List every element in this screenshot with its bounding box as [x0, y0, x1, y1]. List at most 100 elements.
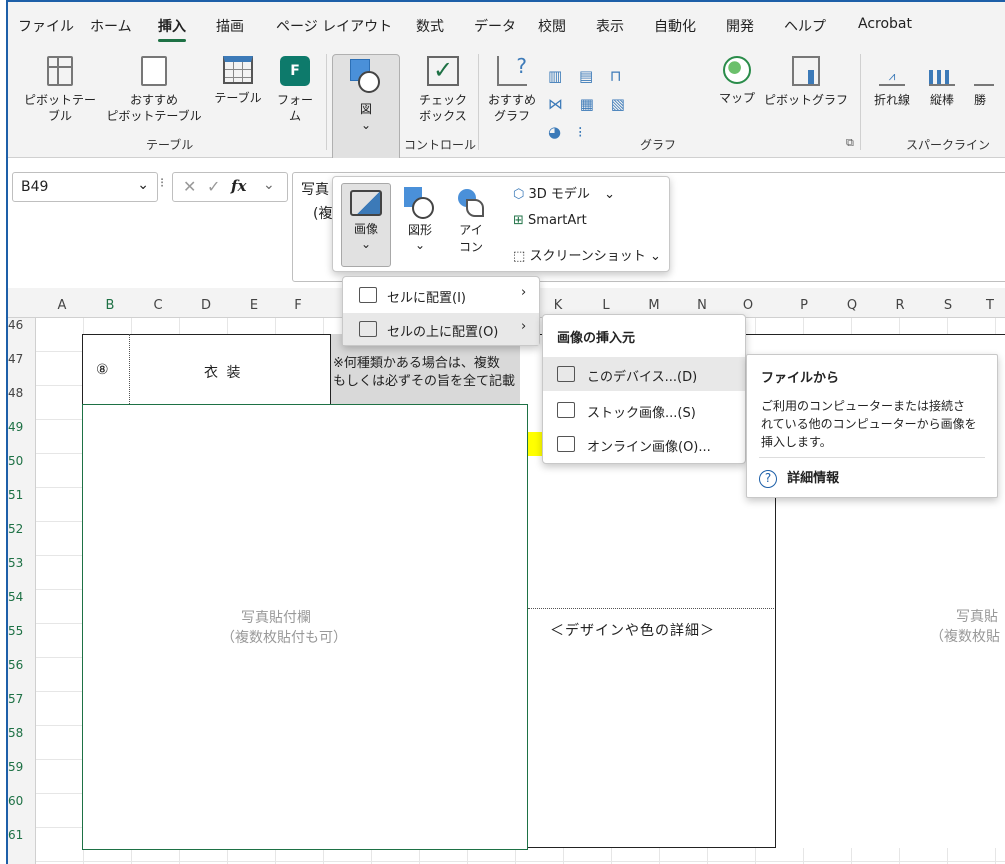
column-header[interactable]: D: [196, 298, 216, 313]
icons-button[interactable]: アイ コン: [451, 183, 491, 267]
online-pictures-item[interactable]: オンライン画像(O)...: [543, 427, 745, 461]
row-header[interactable]: 50: [8, 454, 36, 468]
tab-data[interactable]: データ: [474, 16, 516, 36]
column-header[interactable]: T: [980, 298, 1000, 313]
column-header[interactable]: S: [938, 298, 958, 313]
row-header[interactable]: 60: [8, 794, 36, 808]
chevron-down-icon[interactable]: ⌄: [263, 177, 275, 193]
more-icon[interactable]: ⁝: [160, 176, 164, 191]
column-header[interactable]: N: [692, 298, 712, 313]
tab-formulas[interactable]: 数式: [416, 16, 444, 36]
place-over-cells-item[interactable]: セルの上に配置(O) ›: [343, 313, 539, 345]
more-info-link[interactable]: ? 詳細情報: [759, 467, 839, 488]
column-header[interactable]: B: [100, 298, 120, 313]
row-header[interactable]: 61: [8, 828, 36, 842]
image-icon: [350, 190, 382, 216]
dialog-launcher-icon[interactable]: ⧉: [846, 136, 854, 150]
row-header[interactable]: 55: [8, 624, 36, 638]
photo2-sublabel: （複数枚貼: [930, 629, 1000, 645]
column-header[interactable]: E: [244, 298, 264, 313]
pivot-chart-button[interactable]: ピボットグラフ: [764, 56, 848, 108]
pivot-table-button[interactable]: ピボットテー ブル: [20, 56, 100, 124]
tab-file[interactable]: ファイル: [18, 16, 74, 36]
smartart-label: SmartArt: [528, 213, 587, 228]
tab-draw[interactable]: 描画: [216, 16, 244, 36]
row-header[interactable]: 47: [8, 352, 36, 366]
row-header[interactable]: 59: [8, 760, 36, 774]
detail-cell[interactable]: ＜デザインや色の詳細＞: [528, 404, 776, 848]
tab-developer[interactable]: 開発: [726, 16, 754, 36]
sparkline-column-button[interactable]: 縦棒: [922, 70, 962, 108]
recommended-pivot-button[interactable]: おすすめ ピボットテーブル: [106, 56, 202, 124]
tooltip-divider: [759, 457, 985, 458]
place-in-cell-item[interactable]: セルに配置(I) ›: [343, 279, 539, 311]
row-header[interactable]: 48: [8, 386, 36, 400]
checkbox-icon: ✓: [427, 56, 459, 86]
sparkline-line-icon: ⩘: [879, 70, 905, 86]
insert-function-button[interactable]: fx: [231, 177, 246, 195]
column-header[interactable]: F: [288, 298, 308, 313]
tab-home[interactable]: ホーム: [90, 16, 132, 36]
column-header[interactable]: C: [148, 298, 168, 313]
3d-models-button[interactable]: ⬡ 3D モデル ⌄: [513, 183, 615, 202]
tab-view[interactable]: 表示: [596, 16, 624, 36]
table-button[interactable]: テーブル: [210, 56, 266, 106]
sparkline-winloss-button[interactable]: 勝: [974, 70, 1004, 108]
row-header[interactable]: 49: [8, 420, 36, 434]
smartart-button[interactable]: ⊞ SmartArt: [513, 213, 587, 228]
place-over-cells-label: セルの上に配置(O): [387, 325, 499, 340]
row-header[interactable]: 56: [8, 658, 36, 672]
row-header[interactable]: 54: [8, 590, 36, 604]
pivot-table-icon: [47, 56, 73, 86]
chevron-down-icon[interactable]: ⌄: [137, 177, 149, 193]
recommended-pivot-label: おすすめ ピボットテーブル: [106, 93, 202, 123]
row-header[interactable]: 46: [8, 318, 36, 332]
design-label: ＜デザインや色の詳細＞: [550, 623, 715, 639]
row-header[interactable]: 53: [8, 556, 36, 570]
tooltip-body-line2: れている他のコンピューターから画像を: [761, 417, 977, 431]
column-header[interactable]: L: [596, 298, 616, 313]
recommended-pivot-icon: [141, 56, 167, 86]
photo-cell-selected[interactable]: 写真貼付欄 （複数枚貼付も可）: [82, 404, 528, 850]
dotted-divider: [528, 608, 774, 609]
tab-page-layout[interactable]: ページ レイアウト: [276, 16, 392, 36]
tab-insert[interactable]: 挿入: [158, 16, 186, 42]
column-header[interactable]: Q: [842, 298, 862, 313]
stock-images-item[interactable]: ストック画像...(S): [543, 393, 745, 427]
cancel-icon[interactable]: ✕: [183, 177, 196, 196]
row-header[interactable]: 57: [8, 692, 36, 706]
sparkline-line-button[interactable]: ⩘ 折れ線: [870, 70, 914, 108]
recommended-charts-button[interactable]: ? おすすめ グラフ: [484, 56, 540, 124]
forms-button[interactable]: F フォー ム: [270, 56, 320, 124]
column-header[interactable]: K: [548, 298, 568, 313]
checkbox-button[interactable]: ✓ チェック ボックス: [408, 56, 478, 124]
tooltip: ファイルから ご利用のコンピューターまたは接続さ れている他のコンピューターから…: [746, 354, 998, 498]
name-box[interactable]: B49 ⌄: [12, 172, 158, 202]
recommended-charts-icon: ?: [497, 56, 527, 86]
tab-acrobat[interactable]: Acrobat: [858, 16, 912, 32]
group-charts: グラフ: [640, 138, 677, 152]
column-header[interactable]: R: [890, 298, 910, 313]
maps-button[interactable]: マップ: [714, 56, 760, 106]
sparkline-winloss-icon: [974, 70, 994, 86]
image-button[interactable]: 画像 ⌄: [341, 183, 391, 267]
tab-help[interactable]: ヘルプ: [784, 16, 826, 36]
costume-label: 衣 装: [204, 365, 243, 381]
number-cell[interactable]: ⑧: [82, 334, 130, 404]
illustrations-label: 図: [359, 102, 372, 116]
row-header[interactable]: 51: [8, 488, 36, 502]
row-header[interactable]: 52: [8, 522, 36, 536]
row-header[interactable]: 58: [8, 726, 36, 740]
column-header[interactable]: O: [738, 298, 758, 313]
this-device-item[interactable]: このデバイス...(D): [543, 357, 745, 391]
column-header[interactable]: A: [52, 298, 72, 313]
chart-type-icons[interactable]: ▥ ▤ ⊓ ⋈ ▦ ▧ ◕ ⁝: [548, 62, 631, 146]
tab-review[interactable]: 校閲: [538, 16, 566, 36]
column-header[interactable]: M: [644, 298, 664, 313]
enter-icon[interactable]: ✓: [207, 177, 220, 196]
3d-models-label: 3D モデル: [528, 187, 590, 202]
column-header[interactable]: P: [794, 298, 814, 313]
shapes-button[interactable]: 図形 ⌄: [399, 183, 441, 267]
tab-automate[interactable]: 自動化: [654, 16, 696, 36]
screenshot-button[interactable]: ⬚ スクリーンショット ⌄: [513, 245, 661, 264]
